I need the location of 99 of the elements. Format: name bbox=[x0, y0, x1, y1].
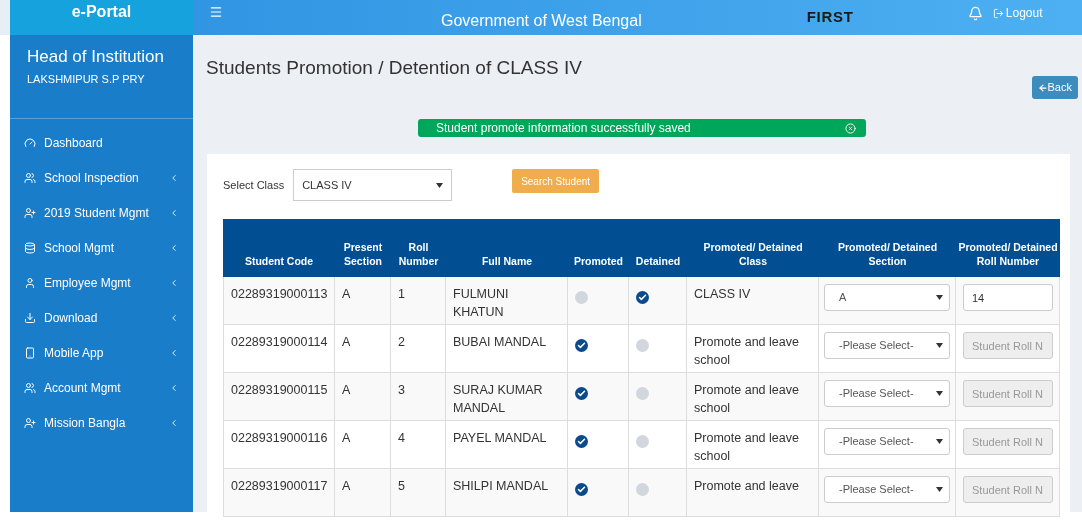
phone-icon bbox=[24, 346, 36, 359]
download-icon bbox=[24, 311, 36, 324]
chevron-icon bbox=[169, 347, 179, 358]
radio-button[interactable] bbox=[636, 483, 649, 496]
table-cell: A bbox=[342, 479, 351, 493]
radio-button[interactable] bbox=[636, 387, 649, 400]
radio-button[interactable] bbox=[636, 435, 649, 448]
chevron-icon bbox=[169, 172, 179, 183]
chevron-icon bbox=[169, 242, 179, 253]
database-icon bbox=[24, 241, 36, 254]
column-header: Promoted/ Detained Section bbox=[836, 240, 939, 268]
table-cell: 02289319000117 bbox=[231, 479, 328, 493]
add-user-icon bbox=[24, 416, 36, 429]
section-select[interactable]: A bbox=[824, 284, 950, 311]
radio-button[interactable] bbox=[575, 435, 588, 448]
field-label: Select Class bbox=[223, 177, 285, 193]
chevron-icon bbox=[169, 312, 179, 323]
radio-button[interactable] bbox=[636, 291, 649, 304]
logo-text: FIRST bbox=[806, 9, 854, 24]
chevron-icon bbox=[169, 277, 179, 288]
add-user-icon bbox=[24, 206, 36, 219]
radio-button[interactable] bbox=[575, 291, 588, 304]
back-arrow-icon bbox=[1037, 82, 1048, 93]
caret-icon bbox=[436, 182, 444, 188]
sidebar-item[interactable]: School Inspection bbox=[10, 160, 193, 195]
chevron-icon bbox=[169, 382, 179, 393]
chevron-icon bbox=[169, 417, 179, 428]
table-cell: A bbox=[342, 383, 351, 397]
table-cell: 02289319000114 bbox=[231, 335, 328, 349]
sidebar-item[interactable]: School Mgmt bbox=[10, 230, 193, 265]
table-cell: 02289319000115 bbox=[231, 383, 328, 397]
brand-name: e-Portal bbox=[71, 4, 132, 20]
table-cell: 1 bbox=[398, 287, 405, 301]
sidebar-item[interactable]: Download bbox=[10, 300, 193, 335]
caret-icon bbox=[936, 439, 943, 444]
table-cell: 02289319000116 bbox=[231, 431, 328, 445]
sidebar-item[interactable]: Account Mgmt bbox=[10, 370, 193, 405]
role-title: Head of Institution bbox=[27, 46, 166, 68]
table-cell-text: BUBAI MANDAL bbox=[453, 334, 548, 351]
table-cell-text: FULMUNI KHATUN bbox=[453, 286, 510, 321]
column-header: Detained bbox=[635, 254, 681, 268]
class-select[interactable]: CLASS IV bbox=[293, 169, 453, 201]
caret-icon bbox=[936, 295, 943, 300]
column-header: Roll Number bbox=[397, 240, 440, 268]
table-cell: 3 bbox=[398, 383, 405, 397]
caret-icon bbox=[936, 487, 943, 492]
page-title: Students Promotion / Detention of CLASS IV bbox=[206, 56, 582, 80]
logout-button[interactable]: Logout bbox=[992, 4, 1043, 22]
users-icon bbox=[24, 171, 36, 184]
radio-button[interactable] bbox=[636, 339, 649, 352]
close-icon[interactable] bbox=[845, 123, 856, 134]
radio-button[interactable] bbox=[575, 483, 588, 496]
dashboard-icon bbox=[24, 136, 36, 149]
left-margin bbox=[0, 0, 10, 35]
sidebar-item[interactable]: Employee Mgmt bbox=[10, 265, 193, 300]
radio-button[interactable] bbox=[575, 339, 588, 352]
column-header: Promoted bbox=[574, 254, 623, 268]
table-cell: A bbox=[342, 287, 351, 301]
success-alert: Student promote information successfully saved bbox=[418, 119, 866, 137]
logout-icon bbox=[992, 7, 1004, 19]
table-cell: 02289319000113 bbox=[231, 287, 328, 301]
sidebar-item[interactable]: Mobile App bbox=[10, 335, 193, 370]
table-cell-text: CLASS IV bbox=[694, 286, 752, 303]
caret-icon bbox=[936, 343, 943, 348]
sidebar-item[interactable]: Mission Bangla bbox=[10, 405, 193, 440]
back-button[interactable]: Back bbox=[1031, 76, 1078, 99]
column-header: Student Code bbox=[244, 254, 314, 268]
sidebar-item[interactable]: 2019 Student Mgmt bbox=[10, 195, 193, 230]
table-cell-text: Promote and leave school bbox=[694, 430, 800, 465]
table-cell-text: Promote and leave school bbox=[694, 334, 800, 369]
table-cell: 5 bbox=[398, 479, 405, 493]
table-cell-text: PAYEL MANDAL bbox=[453, 430, 548, 447]
menu-icon[interactable] bbox=[209, 5, 223, 19]
column-header: Promoted/ Detained Roll Number bbox=[958, 240, 1058, 268]
table-cell: A bbox=[342, 431, 351, 445]
column-header: Promoted/ Detained Class bbox=[702, 240, 804, 268]
table-cell: 4 bbox=[398, 431, 405, 445]
user-icon bbox=[24, 276, 36, 289]
table-cell-text: Promote and leave bbox=[694, 478, 800, 495]
table-cell-text: SURAJ KUMAR MANDAL bbox=[453, 382, 544, 417]
table-cell-text: SHILPI MANDAL bbox=[453, 478, 550, 495]
chevron-icon bbox=[169, 207, 179, 218]
table-cell: A bbox=[342, 335, 351, 349]
column-header: Full Name bbox=[481, 254, 533, 268]
section-select[interactable]: -Please Select- bbox=[824, 380, 950, 407]
section-select[interactable]: -Please Select- bbox=[824, 428, 950, 455]
header-title: Government of West Bengal bbox=[441, 13, 642, 29]
radio-button[interactable] bbox=[575, 387, 588, 400]
table-cell-text: Promote and leave school bbox=[694, 382, 800, 417]
section-select[interactable]: -Please Select- bbox=[824, 476, 950, 503]
sidebar-item[interactable]: Dashboard bbox=[10, 125, 193, 160]
users-icon bbox=[24, 381, 36, 394]
caret-icon bbox=[936, 391, 943, 396]
section-select[interactable]: -Please Select- bbox=[824, 332, 950, 359]
column-header: Present Section bbox=[342, 240, 384, 268]
notification-icon[interactable] bbox=[967, 6, 983, 21]
roll-number-field[interactable]: 14 bbox=[963, 284, 1053, 311]
school-name: LAKSHMIPUR S.P PRY bbox=[27, 72, 146, 88]
table-cell: 2 bbox=[398, 335, 405, 349]
